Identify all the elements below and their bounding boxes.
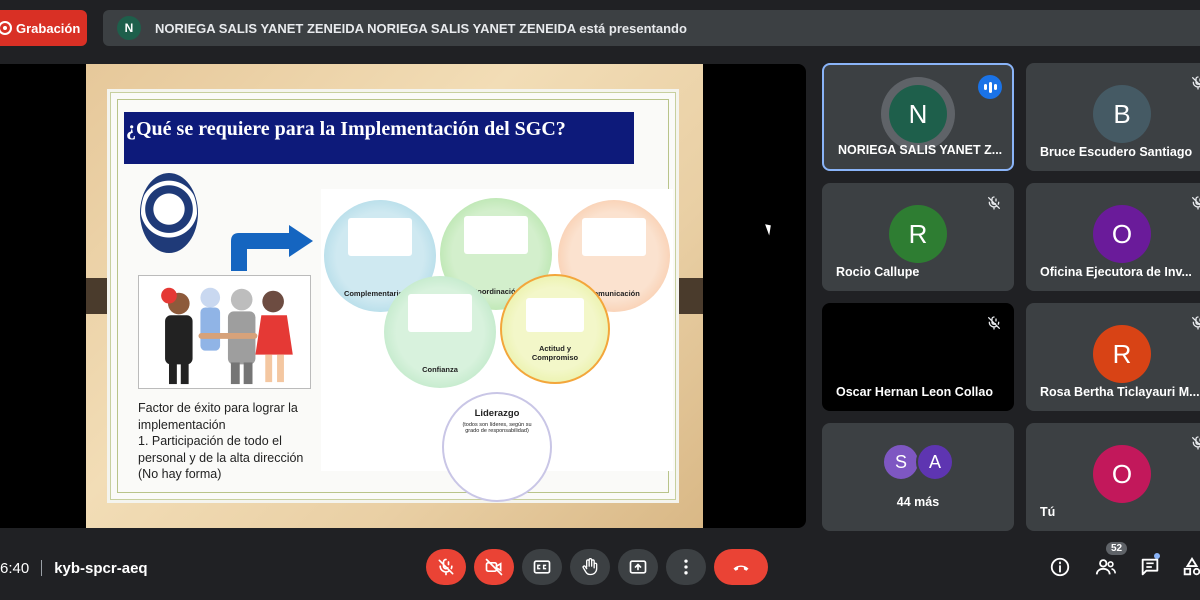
raise-hand-button[interactable]: [570, 549, 610, 585]
participant-tile[interactable]: Oscar Hernan Leon Collao: [822, 303, 1014, 411]
participant-name: Rosa Bertha Ticlayauri M...: [1040, 385, 1200, 399]
teamwork-image: [138, 275, 311, 389]
info-icon: [1050, 557, 1070, 577]
present-icon: [629, 560, 647, 574]
factor-line: (No hay forma): [138, 467, 222, 481]
presenter-avatar: N: [117, 16, 141, 40]
divider: [41, 560, 43, 576]
self-tile[interactable]: O Tú: [1026, 423, 1200, 531]
more-participants-tile[interactable]: S A 44 más: [822, 423, 1014, 531]
avatar: O: [1093, 205, 1151, 263]
avatar: S: [882, 443, 920, 481]
camera-toggle-button[interactable]: [474, 549, 514, 585]
avatar: R: [889, 205, 947, 263]
participant-name: NORIEGA SALIS YANET Z...: [838, 143, 1003, 157]
circle-actitud-compromiso: Actitud y Compromiso: [500, 274, 610, 384]
circle-confianza: Confianza: [384, 276, 496, 388]
handshake-contract-image: [408, 294, 472, 332]
more-vert-icon: [684, 559, 688, 575]
ring-image: [526, 298, 584, 332]
more-avatars: S A: [882, 443, 954, 481]
meeting-details-button[interactable]: [1048, 555, 1072, 579]
factor-line: implementación: [138, 417, 226, 432]
record-icon: [0, 21, 12, 35]
presentation-stage: ¿Qué se requiere para la Implementación …: [0, 64, 806, 528]
factor-line: personal y de la alta dirección: [138, 450, 304, 465]
avatar: N: [889, 85, 947, 143]
avatar: O: [1093, 445, 1151, 503]
mic-off-icon: [1192, 436, 1200, 450]
business-people-image: [348, 218, 412, 256]
microphone-toggle-button[interactable]: [426, 549, 466, 585]
factor-line: 1. Participación de todo el: [138, 434, 282, 448]
mic-off-icon: [1192, 196, 1200, 210]
hang-up-icon: [733, 565, 749, 571]
leave-call-button[interactable]: [714, 549, 768, 585]
chat-icon: [1141, 558, 1159, 576]
participant-tile[interactable]: B Bruce Escudero Santiago: [1026, 63, 1200, 171]
success-factor-text: Factor de éxito para lograr la implement…: [138, 400, 328, 483]
avatar: R: [1093, 325, 1151, 383]
participant-name: Tú: [1040, 505, 1056, 519]
captions-icon: [533, 560, 551, 574]
activities-icon: [1183, 557, 1200, 576]
team-meeting-image: [464, 216, 528, 254]
meeting-code: kyb-spcr-aeq: [54, 559, 148, 577]
circle-label: Actitud y Compromiso: [531, 344, 579, 362]
circle-label: Liderazgo: [474, 408, 520, 419]
clock-time: 6:40: [0, 559, 30, 577]
mic-off-icon: [988, 316, 1000, 330]
mic-off-icon: [1192, 316, 1200, 330]
participant-tile[interactable]: N NORIEGA SALIS YANET Z...: [822, 63, 1014, 171]
mic-off-icon: [438, 558, 454, 576]
people-icon: [1095, 559, 1116, 575]
speaking-icon: [978, 75, 1002, 99]
hand-icon: [582, 558, 598, 576]
participant-name: Bruce Escudero Santiago: [1040, 145, 1193, 159]
people-count-badge: 52: [1106, 542, 1128, 555]
people-illustration: [161, 287, 293, 385]
participant-tile[interactable]: R Rosa Bertha Ticlayauri M...: [1026, 303, 1200, 411]
recording-indicator[interactable]: Grabación: [0, 10, 87, 46]
recording-label: Grabación: [16, 20, 81, 36]
captions-button[interactable]: [522, 549, 562, 585]
chat-button[interactable]: [1138, 555, 1162, 579]
circle-label: Confianza: [422, 365, 458, 374]
avatar: A: [916, 443, 954, 481]
slide-title: ¿Qué se requiere para la Implementación …: [124, 112, 634, 164]
more-participants-label: 44 más: [896, 495, 940, 509]
mic-off-icon: [988, 196, 1000, 210]
participant-tile[interactable]: O Oficina Ejecutora de Inv...: [1026, 183, 1200, 291]
participant-name: Oscar Hernan Leon Collao: [836, 385, 993, 399]
people-button[interactable]: [1094, 555, 1118, 579]
avatar: B: [1093, 85, 1151, 143]
participant-name: Oficina Ejecutora de Inv...: [1040, 265, 1192, 279]
meeting-info: 6:40 kyb-spcr-aeq: [0, 556, 148, 580]
presenting-banner: N NORIEGA SALIS YANET ZENEIDA NORIEGA SA…: [103, 10, 1200, 46]
activities-button[interactable]: [1180, 555, 1200, 579]
megaphone-image: [582, 218, 646, 256]
factor-line: Factor de éxito para lograr la: [138, 401, 298, 415]
present-screen-button[interactable]: [618, 549, 658, 585]
more-options-button[interactable]: [666, 549, 706, 585]
presenting-text: NORIEGA SALIS YANET ZENEIDA NORIEGA SALI…: [155, 20, 687, 36]
mic-off-icon: [1192, 76, 1200, 90]
decor-strap-right: [672, 278, 703, 314]
circle-liderazgo: Liderazgo (todos son líderes, según su g…: [442, 392, 552, 502]
circle-note: (todos son líderes, según su grado de re…: [462, 422, 532, 434]
participant-name: Rocio Callupe: [836, 265, 920, 279]
arrow-right-icon: [231, 225, 313, 271]
participant-tile[interactable]: R Rocio Callupe: [822, 183, 1014, 291]
meet-window: Grabación N NORIEGA SALIS YANET ZENEIDA …: [0, 0, 1200, 600]
university-crest-image: [140, 173, 198, 253]
camera-off-icon: [485, 558, 503, 576]
